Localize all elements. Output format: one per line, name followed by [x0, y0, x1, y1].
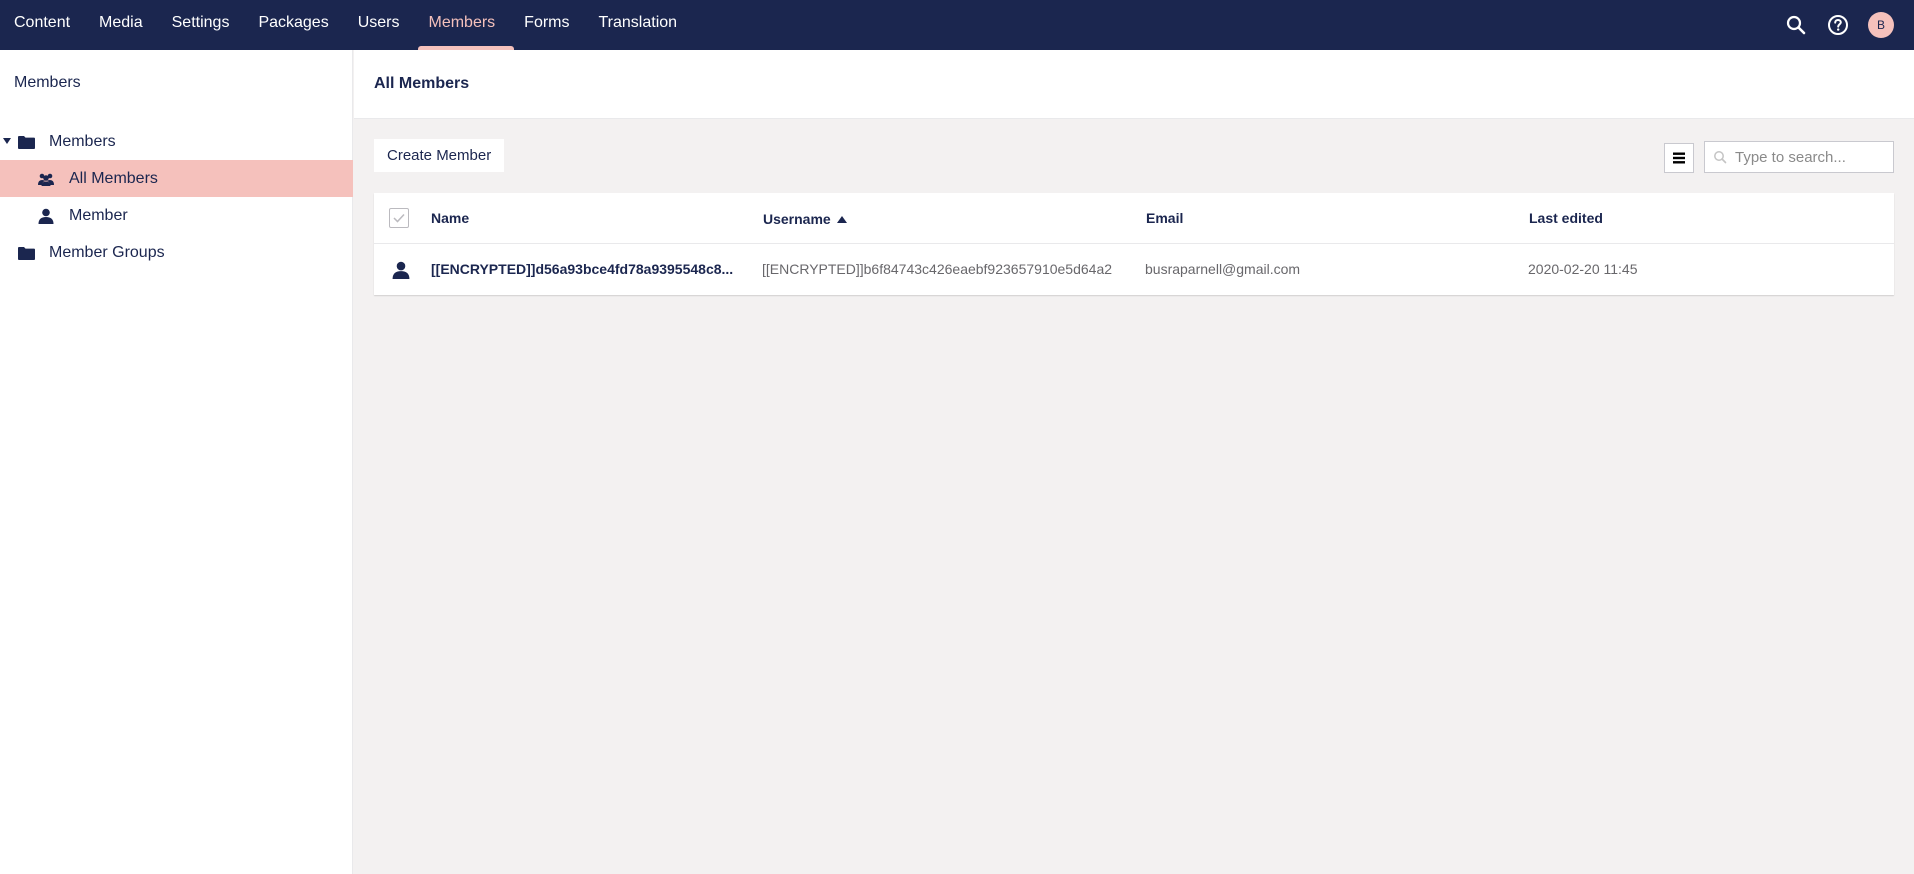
tree-item-member-groups[interactable]: Member Groups	[0, 234, 353, 271]
column-header-email[interactable]: Email	[1146, 210, 1183, 226]
search-input[interactable]	[1735, 148, 1885, 166]
nav-content[interactable]: Content	[4, 0, 89, 50]
main-panel: All Members Create Member Name Username …	[354, 50, 1914, 874]
member-email: busraparnell@gmail.com	[1145, 261, 1301, 277]
nav-translation[interactable]: Translation	[589, 0, 697, 50]
sidebar: Members Members All Members Member Membe…	[0, 50, 353, 874]
folder-icon	[17, 134, 35, 150]
tree-item-members[interactable]: Members	[0, 123, 353, 160]
user-icon	[392, 261, 410, 279]
column-label: Email	[1146, 210, 1184, 226]
members-table: Name Username Email Last edited [[ENCRYP…	[374, 193, 1894, 295]
column-header-username[interactable]: Username	[763, 211, 847, 227]
nav-users[interactable]: Users	[348, 0, 419, 50]
section-nav: Content Media Settings Packages Users Me…	[0, 0, 696, 50]
table-header: Name Username Email Last edited	[374, 193, 1894, 244]
column-header-last-edited[interactable]: Last edited	[1529, 210, 1603, 226]
header-actions: B	[1784, 12, 1914, 38]
nav-settings[interactable]: Settings	[162, 0, 249, 50]
sidebar-title: Members	[14, 74, 81, 91]
column-header-name[interactable]: Name	[431, 210, 469, 226]
caret-down-icon[interactable]	[3, 138, 11, 144]
tree-item-label: Members	[49, 132, 116, 150]
check-icon	[393, 213, 405, 223]
users-icon	[37, 171, 55, 187]
tree-item-label: Member Groups	[49, 243, 165, 261]
search-icon[interactable]	[1784, 13, 1808, 37]
search-icon	[1705, 142, 1735, 172]
nav-forms[interactable]: Forms	[514, 0, 588, 50]
top-header: Content Media Settings Packages Users Me…	[0, 0, 1914, 50]
member-username: [[ENCRYPTED]]b6f84743c426eaebf923657910e…	[762, 261, 1113, 277]
column-label: Name	[431, 210, 470, 226]
tree-item-label: Member	[69, 206, 128, 224]
list-icon	[1673, 152, 1685, 164]
column-label: Last edited	[1529, 210, 1603, 226]
user-avatar[interactable]: B	[1868, 12, 1894, 38]
members-tree: Members All Members Member Member Groups	[0, 123, 353, 271]
member-name[interactable]: [[ENCRYPTED]]d56a93bce4fd78a9395548c8...	[431, 261, 733, 277]
column-label: Username	[763, 211, 831, 227]
search-box[interactable]	[1704, 141, 1894, 173]
nav-members[interactable]: Members	[418, 0, 514, 50]
page-title: All Members	[374, 75, 470, 92]
user-icon	[37, 208, 55, 224]
list-layout-button[interactable]	[1664, 143, 1694, 173]
table-row[interactable]: [[ENCRYPTED]]d56a93bce4fd78a9395548c8...…	[374, 244, 1894, 295]
select-all-checkbox[interactable]	[389, 208, 409, 228]
create-member-button[interactable]: Create Member	[374, 139, 505, 172]
main-header: All Members	[354, 50, 1914, 119]
tree-item-all-members[interactable]: All Members	[0, 160, 353, 197]
folder-icon	[17, 245, 35, 261]
nav-media[interactable]: Media	[89, 0, 162, 50]
sort-ascending-icon	[836, 215, 847, 223]
tree-item-label: All Members	[69, 169, 158, 187]
help-icon[interactable]	[1826, 13, 1850, 37]
member-last-edited: 2020-02-20 11:45	[1528, 261, 1638, 277]
tree-item-member[interactable]: Member	[0, 197, 353, 234]
nav-packages[interactable]: Packages	[248, 0, 347, 50]
